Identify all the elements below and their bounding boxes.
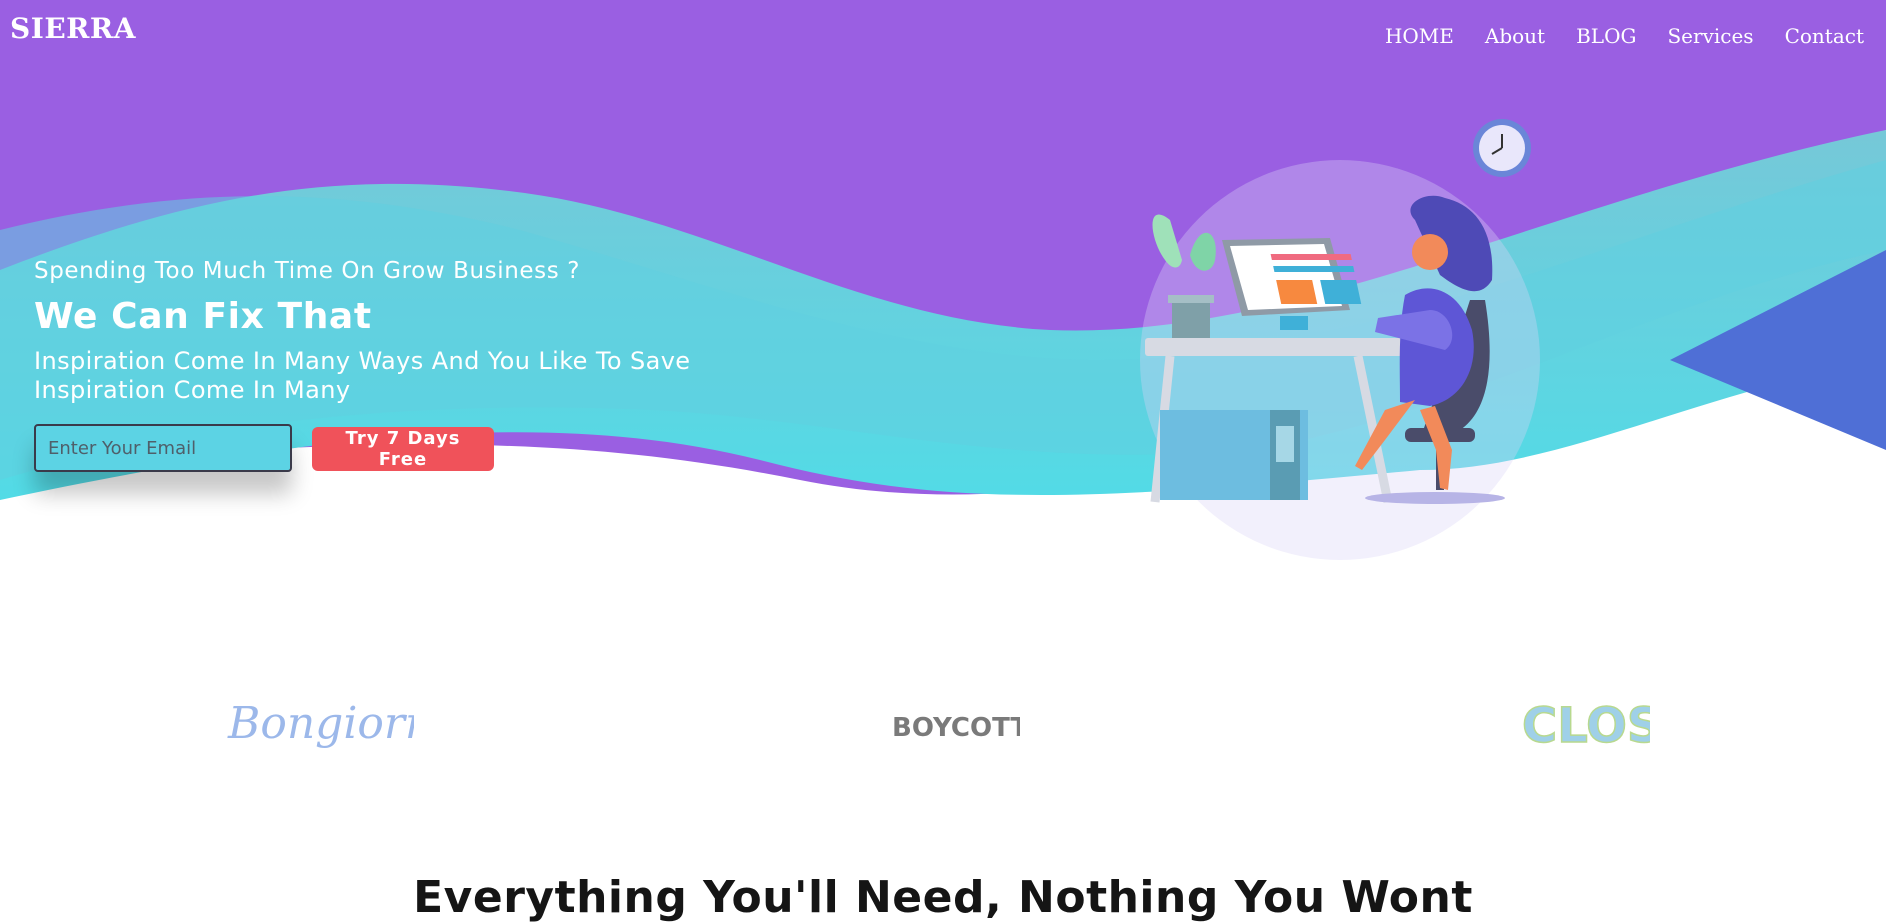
logo-boycott: BOYCOTT xyxy=(892,713,1020,743)
nav-item-about[interactable]: About xyxy=(1485,24,1545,48)
nav-item-home[interactable]: HOME xyxy=(1385,24,1454,48)
hero-description-line-2: Inspiration Come In Many xyxy=(34,376,351,404)
hero-illustration xyxy=(1140,119,1540,560)
section-title: Everything You'll Need, Nothing You Wont xyxy=(413,872,1473,923)
hero-text: Spending Too Much Time On Grow Business … xyxy=(34,258,734,405)
logo-bongiorno-text: Bongiorno xyxy=(227,698,414,749)
email-input[interactable] xyxy=(34,424,292,472)
nav-item-blog[interactable]: BLOG xyxy=(1576,24,1636,48)
logo-bongiorno: Bongiorno xyxy=(227,698,414,749)
logo-close-text: CLOSE xyxy=(1522,698,1650,754)
hero-description-line-1: Inspiration Come In Many Ways And You Li… xyxy=(34,347,691,375)
hero-description: Inspiration Come In Many Ways And You Li… xyxy=(34,347,734,405)
nav-item-contact[interactable]: Contact xyxy=(1785,24,1864,48)
hero-title: We Can Fix That xyxy=(34,296,372,337)
try-free-button[interactable]: Try 7 Days Free xyxy=(312,427,494,471)
hero-subtitle: Spending Too Much Time On Grow Business … xyxy=(34,258,581,284)
email-form xyxy=(34,424,292,472)
logo-close: CLOSE xyxy=(1521,697,1650,755)
clock-icon xyxy=(1473,119,1531,177)
nav-item-services[interactable]: Services xyxy=(1667,24,1753,48)
main-nav: HOME About BLOG Services Contact xyxy=(1385,24,1864,48)
logo-boycott-text: BOYCOTT xyxy=(892,713,1020,743)
brand-logo[interactable]: SIERRA xyxy=(10,12,136,45)
